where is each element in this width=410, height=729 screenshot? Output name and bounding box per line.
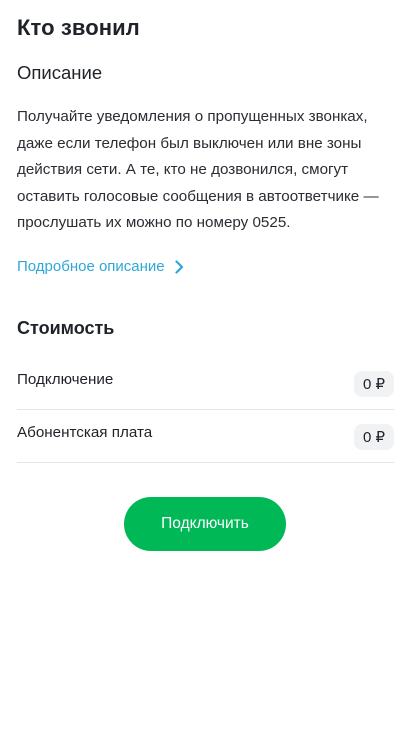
page-title: Кто звонил — [17, 15, 140, 40]
cost-row-connection: Подключение 0 ₽ — [17, 357, 394, 410]
chevron-right-icon — [175, 259, 187, 274]
cost-row-label: Подключение — [17, 371, 114, 388]
more-description-label: Подробное описание — [17, 258, 165, 275]
price-badge: 0 ₽ — [353, 371, 394, 397]
connect-button[interactable]: Подключить — [124, 497, 286, 551]
cost-row-subscription-fee: Абонентская плата 0 ₽ — [17, 410, 394, 463]
description-heading: Описание — [17, 62, 103, 83]
price-badge: 0 ₽ — [353, 424, 394, 450]
more-description-link[interactable]: Подробное описание — [17, 258, 187, 275]
description-text: Получайте уведомления о пропущенных звон… — [17, 108, 379, 231]
cost-row-label: Абонентская плата — [17, 424, 153, 441]
cost-heading: Стоимость — [17, 318, 115, 338]
